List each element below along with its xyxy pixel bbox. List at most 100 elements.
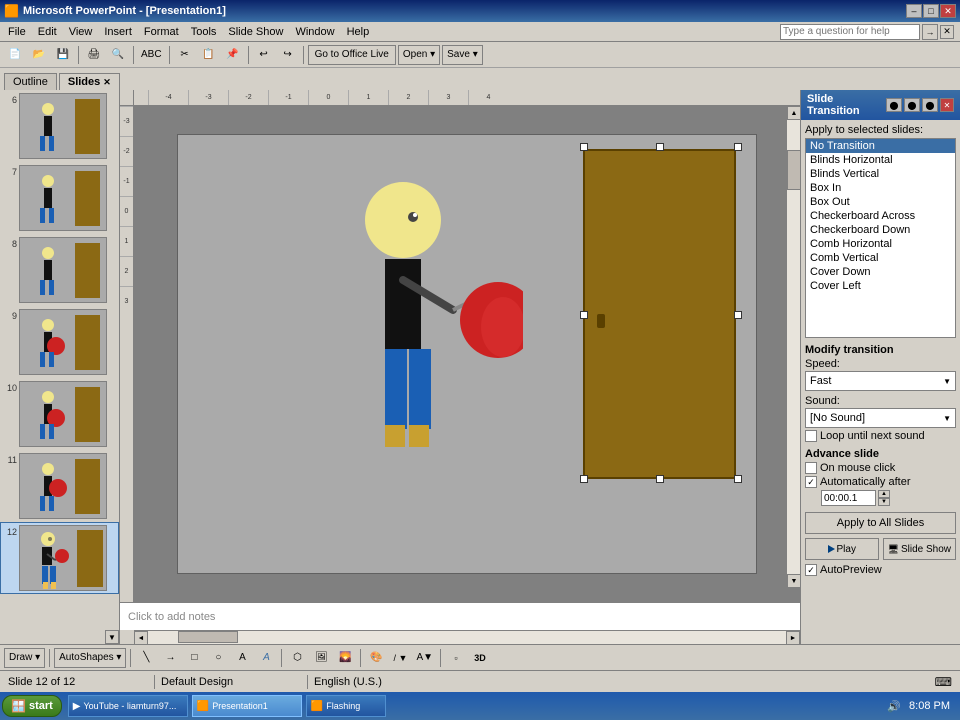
autopreview-checkbox[interactable]: ✓ (805, 564, 817, 576)
slide-thumb-6[interactable]: 6 (0, 90, 119, 162)
taskbar-item-presentation[interactable]: 🟧 Presentation1 (192, 695, 302, 717)
play-button[interactable]: Play (805, 538, 879, 560)
slide-thumb-8[interactable]: 8 (0, 234, 119, 306)
panel-btn-3[interactable]: ⬤ (922, 98, 938, 112)
slideshow-button[interactable]: 🖥 Slide Show (883, 538, 957, 560)
auto-after-checkbox[interactable]: ✓ (805, 476, 817, 488)
list-item-comb-v[interactable]: Comb Vertical (806, 251, 955, 265)
list-item-blinds-h[interactable]: Blinds Horizontal (806, 153, 955, 167)
toolbar-preview[interactable]: 🔍 (107, 44, 129, 66)
picture-tool[interactable]: 🌄 (334, 647, 356, 669)
toolbar-open[interactable]: 📂 (28, 44, 50, 66)
rotation-handle[interactable] (655, 134, 665, 135)
mouse-click-checkbox[interactable] (805, 462, 817, 474)
go-to-office-live-button[interactable]: Go to Office Live (308, 45, 396, 65)
toolbar-copy[interactable]: 📋 (198, 44, 220, 66)
toolbar-paste[interactable]: 📌 (222, 44, 244, 66)
panel-scroll-down[interactable]: ▼ (105, 630, 119, 644)
toolbar-save[interactable]: 💾 (52, 44, 74, 66)
time-spin-up[interactable]: ▲ (878, 490, 890, 498)
list-item-cover-left[interactable]: Cover Left (806, 279, 955, 293)
help-close-button[interactable]: ✕ (940, 25, 954, 39)
maximize-button[interactable]: □ (923, 4, 939, 18)
scroll-thumb-v[interactable] (787, 150, 800, 190)
list-item-checker-across[interactable]: Checkerboard Across (806, 209, 955, 223)
toolbar-undo[interactable]: ↩ (253, 44, 275, 66)
rect-tool[interactable]: □ (183, 647, 205, 669)
menu-slideshow[interactable]: Slide Show (222, 24, 289, 40)
menu-tools[interactable]: Tools (185, 24, 223, 40)
menu-view[interactable]: View (63, 24, 99, 40)
oval-tool[interactable]: ○ (207, 647, 229, 669)
scroll-right-button[interactable]: ► (786, 631, 800, 644)
diagram-tool[interactable]: ⬡ (286, 647, 308, 669)
panel-close-button[interactable]: ✕ (940, 98, 954, 112)
save-dropdown-button[interactable]: Save ▾ (442, 45, 483, 65)
start-button[interactable]: 🪟 start (2, 695, 62, 717)
transitions-listbox[interactable]: No Transition Blinds Horizontal Blinds V… (805, 138, 956, 338)
list-item-blinds-v[interactable]: Blinds Vertical (806, 167, 955, 181)
sel-handle-tl[interactable] (580, 143, 588, 151)
sel-handle-ml[interactable] (580, 311, 588, 319)
help-search-button[interactable]: → (922, 24, 938, 40)
apply-all-button[interactable]: Apply to All Slides (805, 512, 956, 534)
scroll-left-button[interactable]: ◄ (134, 631, 148, 644)
autoshapes-dropdown[interactable]: AutoShapes ▾ (54, 648, 126, 668)
menu-help[interactable]: Help (341, 24, 376, 40)
speed-dropdown[interactable]: Fast ▼ (805, 371, 956, 391)
menu-edit[interactable]: Edit (32, 24, 63, 40)
slide-thumb-10[interactable]: 10 (0, 378, 119, 450)
help-search-input[interactable] (780, 24, 920, 40)
3d-tool[interactable]: 3D (469, 647, 491, 669)
panel-btn-2[interactable]: ⬤ (904, 98, 920, 112)
scroll-thumb-h[interactable] (178, 631, 238, 643)
list-item-no-transition[interactable]: No Transition (806, 139, 955, 153)
line-tool[interactable]: ╲ (135, 647, 157, 669)
minimize-button[interactable]: – (906, 4, 922, 18)
time-input[interactable] (821, 490, 876, 506)
close-button[interactable]: ✕ (940, 4, 956, 18)
menu-format[interactable]: Format (138, 24, 185, 40)
arrow-tool[interactable]: → (159, 647, 181, 669)
panel-btn-1[interactable]: ⬤ (886, 98, 902, 112)
toolbar-cut[interactable]: ✂ (174, 44, 196, 66)
notes-area[interactable]: Click to add notes (120, 602, 800, 630)
sel-handle-bl[interactable] (580, 475, 588, 483)
list-item-checker-down[interactable]: Checkerboard Down (806, 223, 955, 237)
list-item-comb-h[interactable]: Comb Horizontal (806, 237, 955, 251)
sel-handle-tc[interactable] (656, 143, 664, 151)
line-color-tool[interactable]: / ▼ (389, 647, 411, 669)
time-spin-down[interactable]: ▼ (878, 498, 890, 506)
slide-thumb-11[interactable]: 11 (0, 450, 119, 522)
slide-thumb-7[interactable]: 7 (0, 162, 119, 234)
list-item-box-in[interactable]: Box In (806, 181, 955, 195)
sel-handle-tr[interactable] (734, 143, 742, 151)
scroll-up-button[interactable]: ▲ (787, 106, 800, 120)
fill-color-tool[interactable]: 🎨 (365, 647, 387, 669)
list-item-cover-down[interactable]: Cover Down (806, 265, 955, 279)
wordart-tool[interactable]: A (255, 647, 277, 669)
menu-insert[interactable]: Insert (98, 24, 138, 40)
menu-window[interactable]: Window (289, 24, 340, 40)
horizontal-scrollbar[interactable]: ◄ ► (134, 630, 800, 644)
vertical-scrollbar[interactable]: ▲ ▼ (786, 106, 800, 588)
toolbar-spellcheck[interactable]: ABC (138, 44, 165, 66)
scroll-down-button[interactable]: ▼ (787, 574, 800, 588)
tab-slides[interactable]: Slides ✕ (59, 73, 120, 90)
taskbar-item-flashing[interactable]: 🟧 Flashing (306, 695, 386, 717)
toolbar-new[interactable]: 📄 (4, 44, 26, 66)
loop-checkbox[interactable] (805, 430, 817, 442)
toolbar-redo[interactable]: ↪ (277, 44, 299, 66)
taskbar-item-youtube[interactable]: ▶ YouTube - liamturn97... (68, 695, 188, 717)
font-color-tool[interactable]: A▼ (413, 647, 436, 669)
tab-slides-close[interactable]: ✕ (103, 77, 111, 88)
toolbar-print[interactable]: 🖨 (83, 44, 105, 66)
sel-handle-br[interactable] (734, 475, 742, 483)
sound-dropdown[interactable]: [No Sound] ▼ (805, 408, 956, 428)
open-dropdown-button[interactable]: Open ▾ (398, 45, 440, 65)
slide-thumb-9[interactable]: 9 (0, 306, 119, 378)
menu-file[interactable]: File (2, 24, 32, 40)
sel-handle-mr[interactable] (734, 311, 742, 319)
door-object[interactable] (583, 149, 736, 479)
clipart-tool[interactable]: 🖼 (310, 647, 332, 669)
